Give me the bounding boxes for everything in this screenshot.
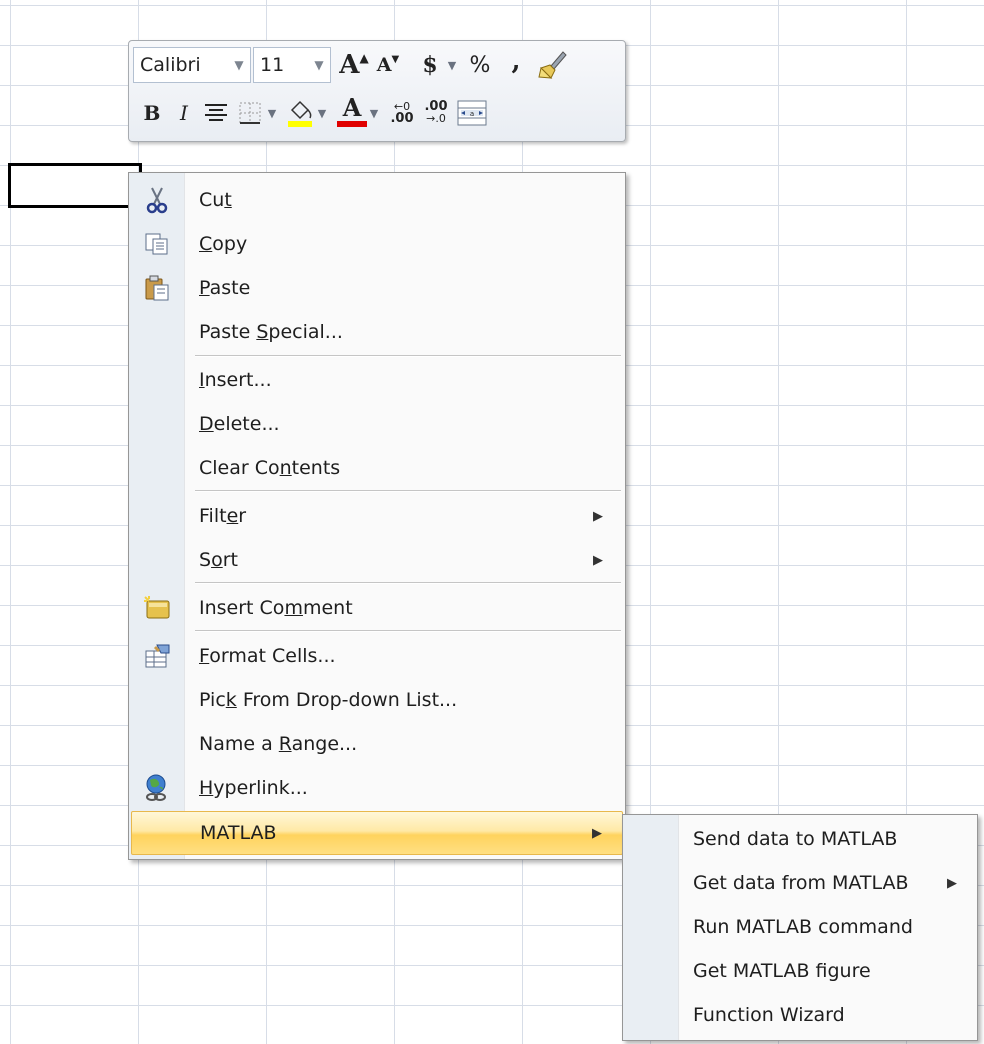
percent-style-button[interactable]: %: [465, 47, 495, 83]
chevron-down-icon[interactable]: ▼: [315, 95, 329, 131]
menu-item-delete[interactable]: Delete...: [131, 402, 623, 446]
menu-item-clear-contents[interactable]: Clear Contents: [131, 446, 623, 490]
menu-item-label: Paste: [199, 277, 251, 299]
submenu-arrow-icon: ▶: [592, 825, 602, 841]
chevron-down-icon[interactable]: ▼: [367, 95, 381, 131]
font-color-swatch: [337, 121, 367, 127]
menu-item-label: Delete...: [199, 413, 280, 435]
submenu-item-label: Run MATLAB command: [693, 916, 913, 938]
menu-item-label: MATLAB: [200, 822, 277, 844]
format-painter-button[interactable]: [537, 47, 567, 83]
font-color-icon: A: [342, 93, 362, 122]
menu-item-label: Copy: [199, 233, 248, 255]
format-cells-icon: [145, 644, 170, 668]
menu-item-paste[interactable]: Paste: [131, 266, 623, 310]
font-size-value: 11: [260, 54, 285, 76]
merge-center-icon: a: [457, 100, 487, 126]
active-cell[interactable]: [8, 163, 142, 208]
merge-center-button[interactable]: a: [457, 95, 487, 131]
comma-icon: ,: [511, 46, 521, 76]
menu-item-sort[interactable]: Sort ▶: [131, 538, 623, 582]
clipboard-icon: [145, 275, 169, 301]
menu-item-label: Cut: [199, 189, 232, 211]
paintbrush-icon: [538, 51, 567, 79]
scissors-icon: [146, 187, 168, 214]
menu-item-label: Hyperlink...: [199, 777, 308, 799]
menu-item-label: Pick From Drop-down List...: [199, 689, 458, 711]
menu-item-insert-comment[interactable]: Insert Comment: [131, 586, 623, 630]
increase-decimal-button[interactable]: ←0 .00: [387, 95, 417, 131]
menu-item-paste-special[interactable]: Paste Special...: [131, 310, 623, 354]
decrease-decimal-icon: →.0: [426, 112, 446, 125]
matlab-submenu: Send data to MATLAB Get data from MATLAB…: [622, 814, 978, 1041]
currency-icon: $: [422, 52, 438, 78]
menu-item-hyperlink[interactable]: Hyperlink...: [131, 766, 623, 810]
menu-item-label: Filter: [199, 505, 247, 527]
menu-item-label: Insert Comment: [199, 597, 353, 619]
comment-icon: [144, 596, 170, 619]
chevron-down-icon[interactable]: ▼: [445, 47, 459, 83]
menu-item-copy[interactable]: Copy: [131, 222, 623, 266]
submenu-item-label: Send data to MATLAB: [693, 828, 898, 850]
menu-separator: [195, 355, 621, 357]
chevron-down-icon[interactable]: ▼: [228, 58, 250, 72]
menu-item-filter[interactable]: Filter ▶: [131, 494, 623, 538]
borders-button[interactable]: [235, 95, 265, 131]
font-name-combo[interactable]: Calibri ▼: [133, 47, 251, 83]
font-size-combo[interactable]: 11 ▼: [253, 47, 331, 83]
submenu-item-send-data[interactable]: Send data to MATLAB: [625, 817, 975, 861]
menu-item-label: Insert...: [199, 369, 272, 391]
font-name-value: Calibri: [140, 54, 201, 76]
bold-button[interactable]: B: [137, 95, 167, 131]
submenu-arrow-icon: ▶: [947, 875, 957, 891]
submenu-item-label: Get MATLAB figure: [693, 960, 871, 982]
submenu-item-get-figure[interactable]: Get MATLAB figure: [625, 949, 975, 993]
grow-font-button[interactable]: A ▲: [339, 47, 369, 83]
borders-icon: [239, 102, 261, 124]
copy-icon: [145, 233, 168, 255]
menu-item-label: Sort: [199, 549, 238, 571]
decrease-decimal-button[interactable]: .00 →.0: [421, 95, 451, 131]
svg-text:a: a: [470, 110, 474, 118]
menu-item-label: Clear Contents: [199, 457, 341, 479]
submenu-item-run-command[interactable]: Run MATLAB command: [625, 905, 975, 949]
percent-icon: %: [469, 52, 491, 78]
chevron-down-icon[interactable]: ▼: [308, 58, 330, 72]
menu-item-pick-from-dropdown[interactable]: Pick From Drop-down List...: [131, 678, 623, 722]
submenu-arrow-icon: ▶: [593, 552, 603, 568]
menu-item-matlab[interactable]: MATLAB ▶: [131, 811, 623, 855]
fill-color-button[interactable]: [285, 95, 315, 131]
submenu-item-get-data[interactable]: Get data from MATLAB ▶: [625, 861, 975, 905]
menu-item-insert[interactable]: Insert...: [131, 358, 623, 402]
font-color-button[interactable]: A: [337, 95, 367, 131]
chevron-down-icon[interactable]: ▼: [265, 95, 279, 131]
shrink-font-button[interactable]: A ▼: [373, 47, 403, 83]
menu-separator: [195, 490, 621, 492]
italic-icon: I: [180, 101, 188, 125]
menu-separator: [195, 630, 621, 632]
menu-separator: [195, 582, 621, 584]
italic-button[interactable]: I: [169, 95, 199, 131]
submenu-arrow-icon: ▶: [593, 508, 603, 524]
align-center-icon: [205, 104, 227, 121]
mini-toolbar: Calibri ▼ 11 ▼ A ▲ A ▼ $ ▼ % , B I ▼ ▼ A…: [128, 40, 626, 142]
menu-item-format-cells[interactable]: Format Cells...: [131, 634, 623, 678]
menu-item-label: Format Cells...: [199, 645, 336, 667]
submenu-item-function-wizard[interactable]: Function Wizard: [625, 993, 975, 1037]
paint-bucket-icon: [288, 100, 312, 127]
submenu-item-label: Function Wizard: [693, 1004, 845, 1026]
grow-font-icon: A: [339, 50, 360, 80]
center-align-button[interactable]: [201, 95, 231, 131]
menu-item-label: Name a Range...: [199, 733, 358, 755]
menu-item-cut[interactable]: Cut: [131, 178, 623, 222]
hyperlink-globe-icon: [146, 774, 166, 801]
accounting-format-button[interactable]: $: [415, 47, 445, 83]
submenu-item-label: Get data from MATLAB: [693, 872, 909, 894]
context-menu: Cut Copy Paste Paste Special... Insert..…: [128, 172, 626, 860]
shrink-font-icon: A: [376, 54, 392, 76]
bold-icon: B: [143, 101, 161, 125]
menu-item-label: Paste Special...: [199, 321, 343, 343]
comma-style-button[interactable]: ,: [501, 46, 531, 83]
menu-item-name-a-range[interactable]: Name a Range...: [131, 722, 623, 766]
